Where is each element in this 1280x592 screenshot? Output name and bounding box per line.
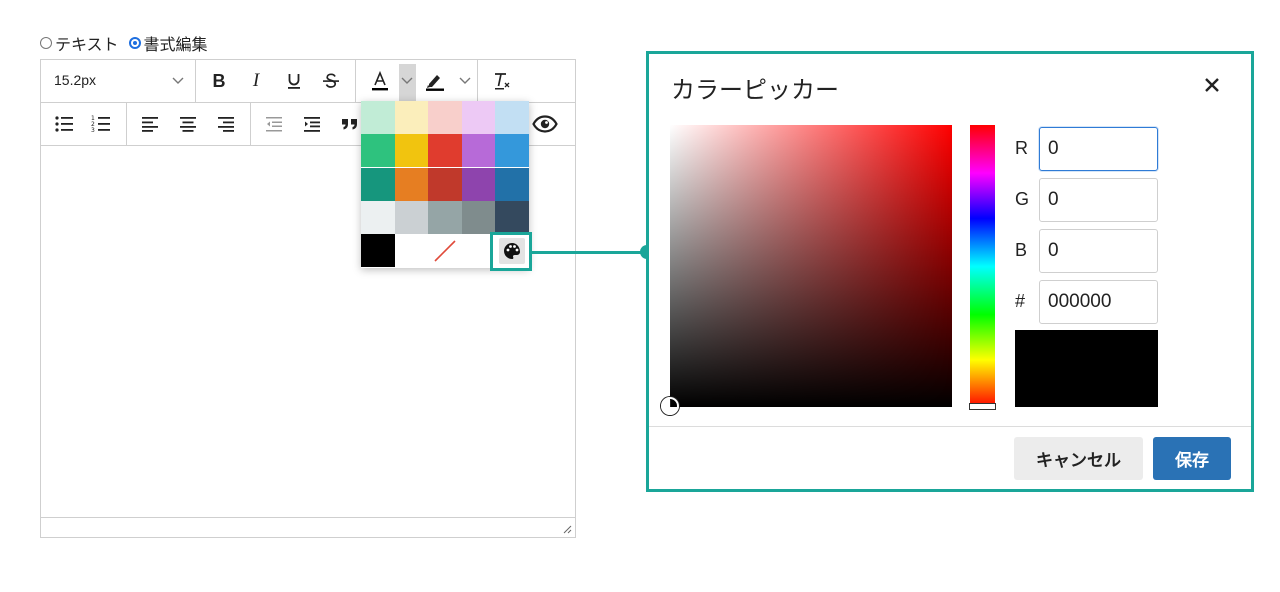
numbered-list-button[interactable]: 1 2 3 (88, 111, 114, 137)
blockquote-button[interactable] (337, 111, 363, 137)
indent-button[interactable] (299, 111, 325, 137)
align-center-icon (180, 117, 196, 132)
numbered-list-icon: 1 2 3 (91, 115, 110, 134)
color-swatch[interactable] (495, 167, 529, 201)
toolbar-separator (250, 103, 251, 145)
align-left-icon (142, 117, 158, 132)
mode-format-option[interactable]: 書式編集 (128, 31, 208, 55)
toolbar-separator (355, 60, 356, 102)
toolbar-row-1: 15.2px B I (41, 60, 575, 103)
text-color-icon (372, 70, 388, 91)
green-label: G (1015, 189, 1030, 209)
outdent-icon (266, 117, 282, 132)
editor-status-divider (41, 517, 575, 518)
save-button[interactable]: 保存 (1153, 437, 1231, 480)
mode-format-label: 書式編集 (143, 37, 208, 54)
toolbar-separator (195, 60, 196, 102)
red-input[interactable] (1039, 127, 1158, 171)
color-swatch[interactable] (495, 200, 529, 234)
bold-button[interactable]: B (206, 68, 232, 94)
chevron-down-icon[interactable] (452, 68, 478, 94)
mode-selector: テキスト 書式編集 (40, 32, 208, 54)
custom-color-callout (490, 232, 532, 271)
italic-button[interactable]: I (243, 68, 269, 94)
hex-input[interactable] (1039, 280, 1158, 324)
color-swatch[interactable] (461, 101, 496, 134)
hue-slider[interactable] (970, 125, 995, 408)
mode-text-option[interactable]: テキスト (40, 31, 119, 55)
blue-label: B (1015, 240, 1028, 260)
color-swatch[interactable] (361, 101, 395, 134)
svg-text:3: 3 (91, 127, 95, 134)
preview-button[interactable] (532, 111, 558, 137)
dialog-title: カラーピッカー (671, 77, 839, 104)
chevron-down-icon[interactable] (394, 68, 420, 94)
underline-button[interactable] (281, 68, 307, 94)
font-size-select[interactable]: 15.2px (54, 72, 96, 88)
quote-icon (342, 119, 357, 130)
color-swatch[interactable] (394, 167, 429, 201)
eye-icon (532, 115, 558, 133)
toolbar-separator (126, 103, 127, 145)
color-swatch[interactable] (495, 101, 529, 134)
color-swatch[interactable] (461, 200, 496, 234)
cancel-button[interactable]: キャンセル (1014, 437, 1143, 480)
color-swatch[interactable] (361, 134, 395, 168)
chevron-down-icon[interactable] (168, 71, 188, 91)
color-swatch[interactable] (461, 134, 496, 168)
saturation-value-handle[interactable] (661, 397, 679, 415)
hue-slider-handle[interactable] (969, 403, 996, 410)
clear-format-button[interactable] (489, 68, 515, 94)
color-swatch[interactable] (361, 200, 395, 234)
color-swatch[interactable] (361, 167, 395, 201)
color-swatch[interactable] (495, 134, 529, 168)
color-swatch[interactable] (461, 167, 496, 201)
align-center-button[interactable] (175, 111, 201, 137)
red-label: R (1015, 138, 1028, 158)
highlight-color-button[interactable] (422, 68, 448, 94)
bullet-list-button[interactable] (51, 111, 77, 137)
color-swatch[interactable] (428, 167, 462, 201)
saturation-value-area[interactable] (670, 125, 952, 407)
color-swatch[interactable] (428, 101, 462, 134)
color-picker-dialog: カラーピッカー R G B # キャンセル 保存 (646, 51, 1254, 492)
align-right-icon (218, 117, 234, 132)
dialog-footer-divider (649, 426, 1251, 427)
close-button[interactable] (1198, 71, 1226, 99)
text-color-button[interactable] (367, 68, 393, 94)
swatch-black[interactable] (361, 234, 395, 267)
close-icon (1205, 78, 1219, 92)
outdent-button[interactable] (261, 111, 287, 137)
no-color-swatch[interactable] (395, 234, 495, 268)
marker-icon (426, 75, 444, 91)
indent-icon (304, 117, 320, 132)
mode-format-radio[interactable] (128, 37, 141, 49)
hex-label: # (1015, 291, 1026, 311)
bullet-list-icon (55, 116, 73, 132)
resize-handle-icon[interactable] (562, 524, 572, 534)
mode-text-label: テキスト (55, 37, 119, 54)
underline-icon (288, 74, 300, 89)
color-swatch[interactable] (394, 200, 429, 234)
toolbar-separator (477, 60, 478, 102)
clear-format-icon (495, 73, 510, 90)
strikethrough-button[interactable] (318, 68, 344, 94)
mode-text-radio[interactable] (40, 37, 52, 49)
blue-input[interactable] (1039, 229, 1158, 273)
color-preview (1015, 330, 1158, 407)
callout-connector (532, 251, 648, 254)
align-left-button[interactable] (137, 111, 163, 137)
color-swatch[interactable] (428, 134, 462, 168)
strikethrough-icon (323, 73, 339, 88)
color-swatch[interactable] (394, 101, 429, 134)
green-input[interactable] (1039, 178, 1158, 222)
align-right-button[interactable] (213, 111, 239, 137)
color-swatch[interactable] (428, 200, 462, 234)
no-color-slash-icon (434, 240, 456, 262)
color-swatch[interactable] (394, 134, 429, 168)
